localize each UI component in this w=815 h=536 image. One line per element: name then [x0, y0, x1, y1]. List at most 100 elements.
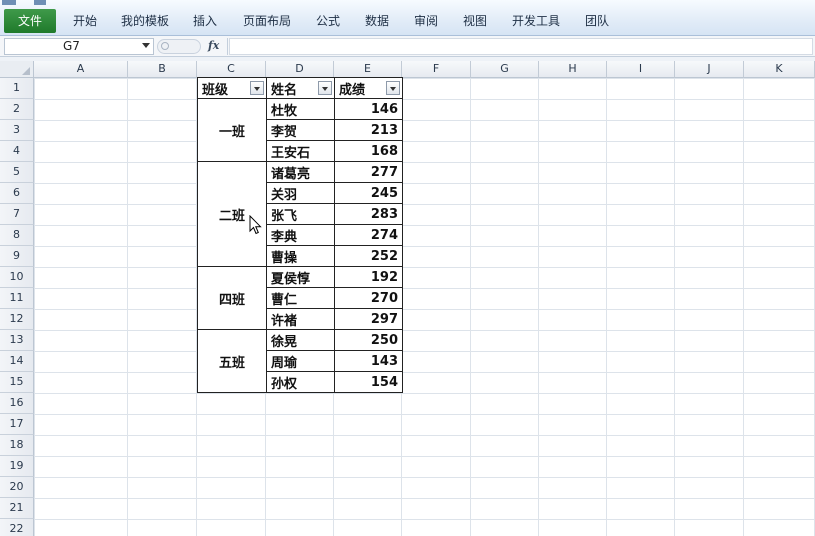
formula-input[interactable] — [229, 38, 813, 55]
row-header-9[interactable]: 9 — [0, 246, 34, 267]
score-cell[interactable]: 192 — [334, 266, 403, 288]
filter-dropdown-icon[interactable] — [318, 81, 332, 95]
tab-9[interactable]: 团队 — [585, 9, 609, 33]
table-header-cell[interactable]: 姓名 — [266, 77, 335, 99]
column-header-a[interactable]: A — [34, 61, 128, 78]
row-header-22[interactable]: 22 — [0, 519, 34, 536]
header-label: 班级 — [202, 82, 229, 98]
column-header-j[interactable]: J — [675, 61, 744, 78]
class-cell[interactable]: 二班 — [197, 161, 267, 267]
row-header-14[interactable]: 14 — [0, 351, 34, 372]
filter-dropdown-icon[interactable] — [386, 81, 400, 95]
tab-file[interactable]: 文件 — [4, 9, 56, 33]
cell-area[interactable] — [34, 78, 815, 536]
column-header-i[interactable]: I — [607, 61, 675, 78]
column-gridline — [606, 78, 607, 536]
score-cell[interactable]: 146 — [334, 98, 403, 120]
row-header-19[interactable]: 19 — [0, 456, 34, 477]
row-header-15[interactable]: 15 — [0, 372, 34, 393]
tab-4[interactable]: 公式 — [316, 9, 340, 33]
column-gridline — [470, 78, 471, 536]
column-header-k[interactable]: K — [744, 61, 815, 78]
class-cell[interactable]: 一班 — [197, 98, 267, 162]
column-header-b[interactable]: B — [128, 61, 197, 78]
name-cell[interactable]: 曹仁 — [266, 287, 335, 309]
column-header-g[interactable]: G — [471, 61, 539, 78]
tab-1[interactable]: 我的模板 — [121, 9, 169, 33]
name-cell[interactable]: 杜牧 — [266, 98, 335, 120]
column-header-f[interactable]: F — [402, 61, 471, 78]
score-cell[interactable]: 168 — [334, 140, 403, 162]
class-cell[interactable]: 五班 — [197, 329, 267, 393]
row-header-18[interactable]: 18 — [0, 435, 34, 456]
name-cell[interactable]: 孙权 — [266, 371, 335, 393]
score-cell[interactable]: 277 — [334, 161, 403, 183]
formula-bar-divider — [227, 38, 228, 55]
name-cell[interactable]: 许褚 — [266, 308, 335, 330]
name-cell[interactable]: 张飞 — [266, 203, 335, 225]
row-header-4[interactable]: 4 — [0, 141, 34, 162]
tab-8[interactable]: 开发工具 — [512, 9, 560, 33]
row-header-2[interactable]: 2 — [0, 99, 34, 120]
name-cell[interactable]: 曹操 — [266, 245, 335, 267]
score-cell[interactable]: 143 — [334, 350, 403, 372]
quick-access-save-icon[interactable] — [34, 0, 46, 5]
column-gridline — [127, 78, 128, 536]
name-cell[interactable]: 李贺 — [266, 119, 335, 141]
row-header-1[interactable]: 1 — [0, 78, 34, 99]
name-cell[interactable]: 周瑜 — [266, 350, 335, 372]
score-cell[interactable]: 245 — [334, 182, 403, 204]
column-header-e[interactable]: E — [334, 61, 402, 78]
insert-function-icon[interactable]: fx — [208, 39, 226, 54]
name-cell[interactable]: 夏侯惇 — [266, 266, 335, 288]
row-header-6[interactable]: 6 — [0, 183, 34, 204]
score-cell[interactable]: 213 — [334, 119, 403, 141]
row-header-21[interactable]: 21 — [0, 498, 34, 519]
row-header-11[interactable]: 11 — [0, 288, 34, 309]
name-cell[interactable]: 关羽 — [266, 182, 335, 204]
name-box-dropdown-icon[interactable] — [142, 43, 150, 48]
score-cell[interactable]: 250 — [334, 329, 403, 351]
row-header-5[interactable]: 5 — [0, 162, 34, 183]
header-label: 姓名 — [271, 82, 298, 98]
tab-3[interactable]: 页面布局 — [243, 9, 291, 33]
row-header-12[interactable]: 12 — [0, 309, 34, 330]
score-cell[interactable]: 274 — [334, 224, 403, 246]
name-cell[interactable]: 诸葛亮 — [266, 161, 335, 183]
worksheet-grid[interactable]: ABCDEFGHIJK 1 2 3 4 5 6 7 8 9 10 11 12 13 14 15 16 17 18 1… — [0, 61, 815, 536]
filter-dropdown-icon[interactable] — [250, 81, 264, 95]
score-cell[interactable]: 283 — [334, 203, 403, 225]
column-gridline — [538, 78, 539, 536]
tab-5[interactable]: 数据 — [365, 9, 389, 33]
score-table[interactable]: 班级 姓名 成绩 一班 杜牧 146 李贺 213 王安石 168 二班 诸葛亮 277 关羽 245 张飞 2… — [197, 77, 403, 393]
select-all-button[interactable] — [0, 61, 34, 78]
tab-7[interactable]: 视图 — [463, 9, 487, 33]
column-header-c[interactable]: C — [197, 61, 266, 78]
row-header-8[interactable]: 8 — [0, 225, 34, 246]
row-header-13[interactable]: 13 — [0, 330, 34, 351]
name-cell[interactable]: 李典 — [266, 224, 335, 246]
name-cell[interactable]: 徐晃 — [266, 329, 335, 351]
name-cell[interactable]: 王安石 — [266, 140, 335, 162]
row-header-17[interactable]: 17 — [0, 414, 34, 435]
row-header-3[interactable]: 3 — [0, 120, 34, 141]
column-header-d[interactable]: D — [266, 61, 334, 78]
table-header-row: 班级 姓名 成绩 — [197, 77, 403, 99]
column-header-h[interactable]: H — [539, 61, 607, 78]
score-cell[interactable]: 252 — [334, 245, 403, 267]
row-header-16[interactable]: 16 — [0, 393, 34, 414]
tab-0[interactable]: 开始 — [73, 9, 97, 33]
score-cell[interactable]: 297 — [334, 308, 403, 330]
row-header-7[interactable]: 7 — [0, 204, 34, 225]
score-cell[interactable]: 270 — [334, 287, 403, 309]
row-header-20[interactable]: 20 — [0, 477, 34, 498]
tab-6[interactable]: 审阅 — [414, 9, 438, 33]
score-cell[interactable]: 154 — [334, 371, 403, 393]
row-header-10[interactable]: 10 — [0, 267, 34, 288]
table-header-cell[interactable]: 成绩 — [334, 77, 403, 99]
ribbon-tab-bar: 文件 开始 我的模板 插入 页面布局 公式 数据 审阅 视图 开发工具 团队 — [0, 0, 815, 36]
tab-2[interactable]: 插入 — [193, 9, 217, 33]
table-header-cell[interactable]: 班级 — [197, 77, 267, 99]
class-cell[interactable]: 四班 — [197, 266, 267, 330]
name-box[interactable]: G7 — [4, 38, 154, 55]
